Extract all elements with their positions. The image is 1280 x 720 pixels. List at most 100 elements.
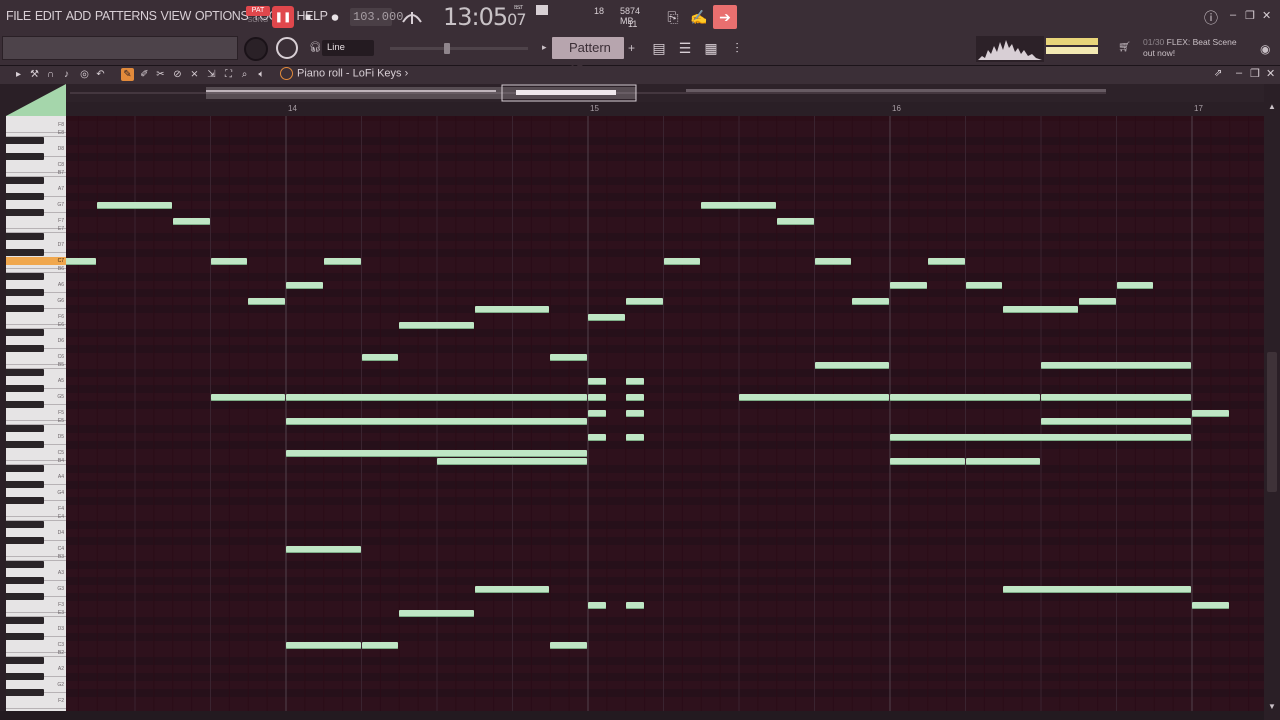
note-D5[interactable] bbox=[588, 434, 606, 441]
black-key[interactable] bbox=[6, 177, 44, 184]
pat-song-toggle[interactable]: PAT SONG bbox=[246, 6, 270, 30]
black-key[interactable] bbox=[6, 345, 44, 352]
undo-icon[interactable]: ↶ bbox=[94, 68, 107, 81]
note-G3[interactable] bbox=[474, 586, 550, 593]
note-C3[interactable] bbox=[286, 642, 361, 649]
black-key[interactable] bbox=[6, 521, 44, 528]
note-C6[interactable] bbox=[550, 354, 587, 361]
black-key[interactable] bbox=[6, 193, 44, 200]
slider-handle[interactable] bbox=[444, 43, 450, 54]
mute-tool-icon[interactable]: ⨯ bbox=[188, 68, 201, 81]
typing-keyboard-button[interactable]: ✍ bbox=[688, 6, 710, 28]
black-key[interactable] bbox=[6, 577, 44, 584]
brush-tool-icon[interactable]: ✐ bbox=[138, 68, 151, 81]
note-C6[interactable] bbox=[361, 354, 399, 361]
song-position-clock[interactable]: 13:0507 B:S:T bbox=[443, 3, 527, 31]
note-C5[interactable] bbox=[286, 450, 587, 457]
speaker-tool-icon[interactable]: 🔈︎ bbox=[255, 68, 268, 81]
note-C4[interactable] bbox=[286, 546, 361, 553]
note-A6[interactable] bbox=[1116, 282, 1154, 289]
scroll-down-icon[interactable]: ▼ bbox=[1268, 702, 1276, 711]
note-C7[interactable] bbox=[663, 258, 701, 265]
note-G3[interactable] bbox=[1003, 586, 1191, 593]
note-G6[interactable] bbox=[1078, 298, 1116, 305]
note-B4[interactable] bbox=[965, 458, 1040, 465]
note-F3[interactable] bbox=[1192, 602, 1229, 609]
note-F5[interactable] bbox=[1192, 410, 1229, 417]
record-button[interactable]: ⏺ bbox=[324, 6, 346, 28]
black-key[interactable] bbox=[6, 249, 44, 256]
magnet-icon[interactable]: ∩ bbox=[44, 68, 57, 81]
black-key[interactable] bbox=[6, 273, 44, 280]
note-C7[interactable] bbox=[66, 258, 97, 265]
note-B5[interactable] bbox=[814, 362, 889, 369]
note-F5[interactable] bbox=[588, 410, 606, 417]
note-G5[interactable] bbox=[890, 394, 1040, 401]
black-key[interactable] bbox=[6, 153, 44, 160]
metronome-button[interactable] bbox=[400, 6, 424, 28]
playlist-button[interactable]: ▤ bbox=[648, 37, 670, 59]
note-A5[interactable] bbox=[588, 378, 606, 385]
black-key[interactable] bbox=[6, 633, 44, 640]
note-A5[interactable] bbox=[625, 378, 644, 385]
note-A6[interactable] bbox=[890, 282, 927, 289]
note-D5[interactable] bbox=[890, 434, 1191, 441]
menu-view[interactable]: VIEW bbox=[161, 9, 192, 23]
note-F7[interactable] bbox=[172, 218, 210, 225]
menu-edit[interactable]: EDIT bbox=[35, 9, 62, 23]
pause-button[interactable]: ❚❚ bbox=[272, 6, 294, 28]
pattern-prev-icon[interactable]: ▸ bbox=[542, 42, 547, 53]
mixer-button[interactable]: ⫶ bbox=[726, 37, 748, 59]
note-E6[interactable] bbox=[399, 322, 474, 329]
horizontal-scrollbar[interactable] bbox=[0, 711, 1264, 720]
black-key[interactable] bbox=[6, 657, 44, 664]
black-key[interactable] bbox=[6, 137, 44, 144]
black-key[interactable] bbox=[6, 233, 44, 240]
zoom-tool-icon[interactable]: ⌕ bbox=[238, 68, 251, 81]
note-B4[interactable] bbox=[437, 458, 587, 465]
pr-close-icon[interactable]: ✕ bbox=[1266, 67, 1275, 80]
note-D5[interactable] bbox=[625, 434, 644, 441]
menu-add[interactable]: ADD bbox=[66, 9, 92, 23]
note-E5[interactable] bbox=[286, 418, 587, 425]
tempo-display[interactable]: 103.000 bbox=[350, 8, 403, 26]
black-key[interactable] bbox=[6, 209, 44, 216]
note-C7[interactable] bbox=[927, 258, 965, 265]
note-B4[interactable] bbox=[890, 458, 965, 465]
slip-tool-icon[interactable]: ⇲ bbox=[205, 68, 218, 81]
snap-mode-select[interactable]: Line bbox=[322, 40, 374, 56]
note-E3[interactable] bbox=[399, 610, 474, 617]
black-key[interactable] bbox=[6, 441, 44, 448]
note-C3[interactable] bbox=[361, 642, 399, 649]
note-G7[interactable] bbox=[701, 202, 776, 209]
note-G6[interactable] bbox=[852, 298, 889, 305]
note-B5[interactable] bbox=[1041, 362, 1191, 369]
note-G7[interactable] bbox=[97, 202, 172, 209]
channel-rack-button[interactable]: ☰ bbox=[674, 37, 696, 59]
paint-tool-icon[interactable]: ✂ bbox=[154, 68, 167, 81]
note-C7[interactable] bbox=[323, 258, 361, 265]
piano-roll-title[interactable]: Piano roll - LoFi Keys › bbox=[280, 67, 408, 80]
note-C7[interactable] bbox=[210, 258, 248, 265]
note-G5[interactable] bbox=[625, 394, 644, 401]
vertical-scrollbar[interactable]: ▲ ▼ bbox=[1264, 102, 1280, 720]
note-G5[interactable] bbox=[286, 394, 587, 401]
note-grid[interactable] bbox=[66, 116, 1264, 711]
menu-file[interactable]: FILE bbox=[6, 9, 31, 23]
note-G6[interactable] bbox=[248, 298, 285, 305]
scroll-up-icon[interactable]: ▲ bbox=[1268, 102, 1276, 111]
wrench-icon[interactable]: ⚒ bbox=[28, 68, 41, 81]
note-G5[interactable] bbox=[588, 394, 606, 401]
black-key[interactable] bbox=[6, 481, 44, 488]
minimize-icon[interactable]: – bbox=[1230, 9, 1236, 21]
vertical-scroll-thumb[interactable] bbox=[1267, 352, 1277, 492]
master-volume-knob[interactable] bbox=[244, 37, 268, 61]
next-arrow-button[interactable]: ➔ bbox=[713, 5, 737, 29]
black-key[interactable] bbox=[6, 617, 44, 624]
snap-toggle-icon[interactable]: ⇗ bbox=[1214, 68, 1222, 79]
black-key[interactable] bbox=[6, 497, 44, 504]
black-key[interactable] bbox=[6, 385, 44, 392]
note-G5[interactable] bbox=[739, 394, 889, 401]
black-key[interactable] bbox=[6, 425, 44, 432]
note-G5[interactable] bbox=[210, 394, 285, 401]
